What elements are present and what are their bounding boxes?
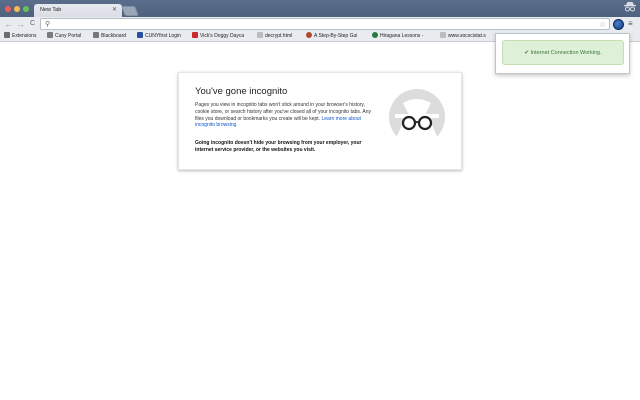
maximize-window-button[interactable] bbox=[23, 6, 29, 12]
incognito-warning: Going incognito doesn't hide your browsi… bbox=[195, 140, 362, 153]
green-circle-icon bbox=[372, 32, 378, 38]
blackboard-icon bbox=[93, 32, 99, 38]
reload-icon[interactable]: C bbox=[27, 18, 38, 30]
bookmark-vicks-doggy[interactable]: Vick's Doggy Dayca bbox=[192, 31, 252, 42]
bookmark-extensions[interactable]: Extensions bbox=[4, 31, 44, 42]
address-bar[interactable]: ⚲ ☆ bbox=[40, 18, 610, 30]
tab-new-tab[interactable]: New Tab ✕ bbox=[34, 4, 122, 17]
connection-status-alert: ✔ Internet Connection Working. bbox=[502, 40, 624, 65]
bookmark-hiragana[interactable]: Hiragana Lessons - bbox=[372, 31, 434, 42]
bookmark-step-by-step[interactable]: A Step-By-Step Gui bbox=[306, 31, 366, 42]
bookmark-blackboard[interactable]: Blackboard bbox=[93, 31, 137, 42]
page-title: You've gone incognito bbox=[195, 86, 288, 97]
new-tab-button[interactable] bbox=[121, 6, 139, 16]
incognito-card: You've gone incognito Pages you view in … bbox=[178, 72, 462, 170]
bookmark-star-icon[interactable]: ☆ bbox=[599, 19, 606, 30]
bookmark-cuny-portal[interactable]: Cuny Portal bbox=[47, 31, 87, 42]
close-window-button[interactable] bbox=[5, 6, 11, 12]
file-icon bbox=[257, 32, 263, 38]
file-icon bbox=[440, 32, 446, 38]
cunyfirst-icon bbox=[137, 32, 143, 38]
forward-arrow-icon[interactable]: → bbox=[15, 18, 26, 30]
minimize-window-button[interactable] bbox=[14, 6, 20, 12]
incognito-spy-icon bbox=[389, 89, 445, 145]
dollar-icon bbox=[47, 32, 53, 38]
espn-icon bbox=[192, 32, 198, 38]
puzzle-icon bbox=[4, 32, 10, 38]
avatar-icon bbox=[306, 32, 312, 38]
extension-globe-icon[interactable] bbox=[613, 19, 624, 30]
menu-icon[interactable]: ≡ bbox=[628, 19, 637, 29]
connection-status-text: Internet Connection Working. bbox=[530, 50, 602, 56]
tab-close-icon[interactable]: ✕ bbox=[112, 4, 117, 17]
bookmark-cunyfirst[interactable]: CUNYfirst Login bbox=[137, 31, 189, 42]
back-arrow-icon[interactable]: ← bbox=[3, 18, 14, 30]
browser-toolbar: ← → C ⚲ ☆ ≡ bbox=[0, 17, 640, 31]
extension-popup: ✔ Internet Connection Working. bbox=[495, 33, 630, 74]
checkmark-icon: ✔ bbox=[524, 50, 529, 56]
incognito-description: Pages you view in incognito tabs won't s… bbox=[195, 102, 372, 129]
bookmark-socscistat[interactable]: www.socscistat.s bbox=[440, 31, 496, 42]
incognito-profile-icon[interactable] bbox=[621, 1, 638, 16]
bookmark-decrypt[interactable]: decrypt.html bbox=[257, 31, 303, 42]
title-bar: New Tab ✕ bbox=[0, 0, 640, 17]
tab-label: New Tab bbox=[40, 7, 62, 13]
search-icon: ⚲ bbox=[45, 21, 51, 28]
